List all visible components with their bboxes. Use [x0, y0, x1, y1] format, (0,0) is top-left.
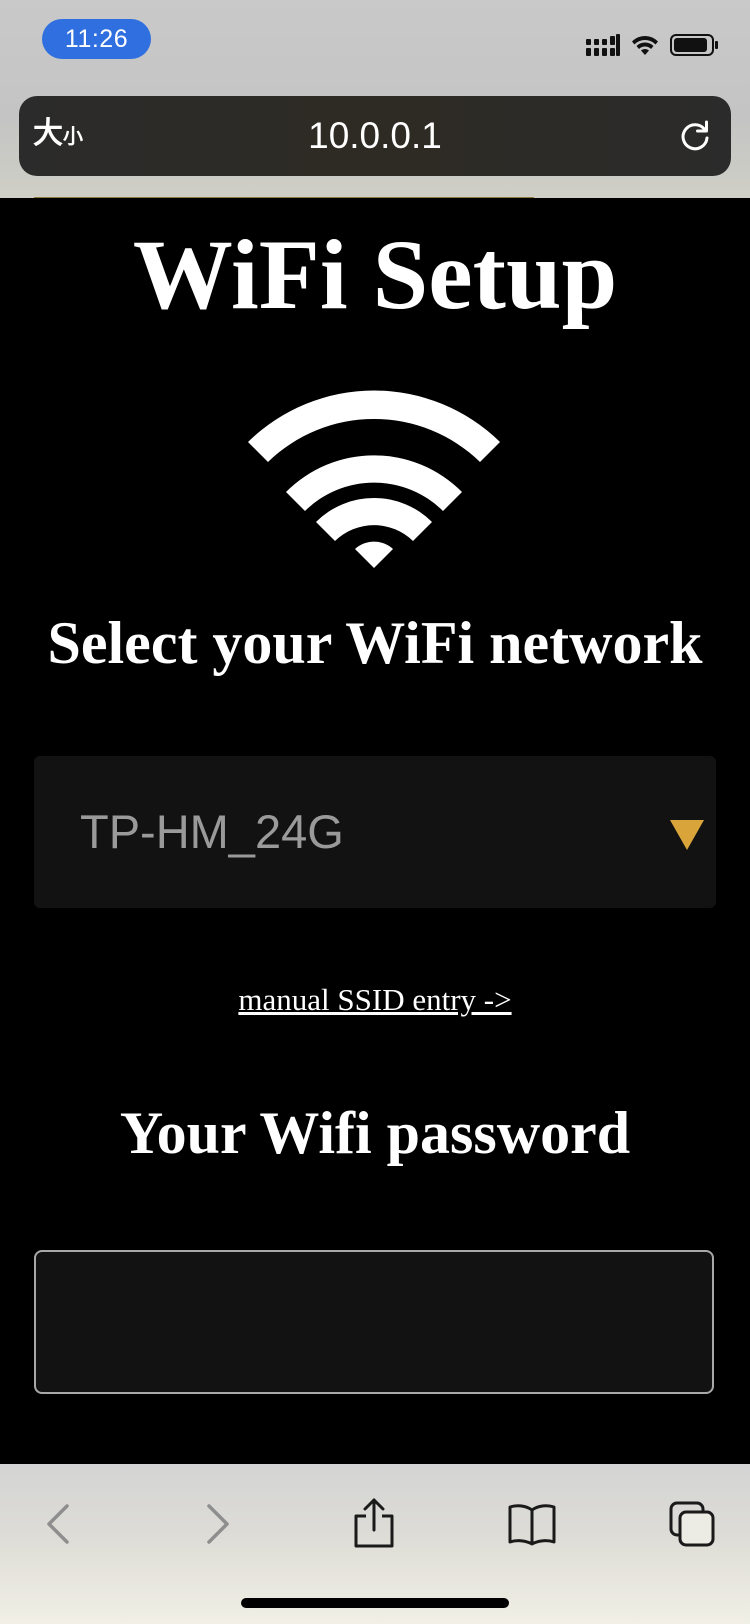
- bookmarks-button[interactable]: [502, 1494, 562, 1554]
- home-indicator: [241, 1598, 509, 1608]
- cellular-signal-icon: [586, 34, 620, 56]
- selected-network-value: TP-HM_24G: [80, 805, 344, 858]
- password-heading: Your Wifi password: [119, 1100, 631, 1166]
- address-bar[interactable]: 大小 10.0.0.1: [19, 96, 731, 176]
- status-icons: [586, 32, 720, 58]
- wifi-icon: [248, 390, 500, 568]
- chevron-left-icon: [47, 1504, 69, 1544]
- wifi-setup-page: WiFi Setup Select your WiFi network TP-H…: [0, 198, 750, 1464]
- status-time: 11:26: [42, 19, 151, 59]
- back-button[interactable]: [28, 1494, 88, 1554]
- select-network-heading: Select your WiFi network: [47, 610, 703, 676]
- status-bar: 11:26: [0, 0, 750, 88]
- page-title: WiFi Setup: [132, 219, 618, 330]
- network-select[interactable]: TP-HM_24G: [34, 756, 716, 908]
- forward-button[interactable]: [188, 1494, 248, 1554]
- chevron-right-icon: [207, 1504, 229, 1544]
- triangle-down-icon: [670, 820, 704, 850]
- url-field[interactable]: 10.0.0.1: [19, 96, 731, 176]
- manual-ssid-link[interactable]: manual SSID entry ->: [0, 980, 750, 1020]
- browser-bottom-toolbar: [0, 1464, 750, 1624]
- reload-icon[interactable]: [677, 118, 713, 154]
- tabs-icon: [669, 1501, 715, 1547]
- book-icon: [508, 1504, 556, 1546]
- wifi-status-icon: [632, 35, 658, 55]
- battery-icon: [670, 34, 718, 56]
- browser-top-chrome: 11:26 大小 10.0.0.1: [0, 0, 750, 198]
- tabs-button[interactable]: [662, 1494, 722, 1554]
- share-icon: [354, 1498, 394, 1548]
- share-button[interactable]: [344, 1494, 404, 1554]
- password-input[interactable]: [34, 1250, 714, 1394]
